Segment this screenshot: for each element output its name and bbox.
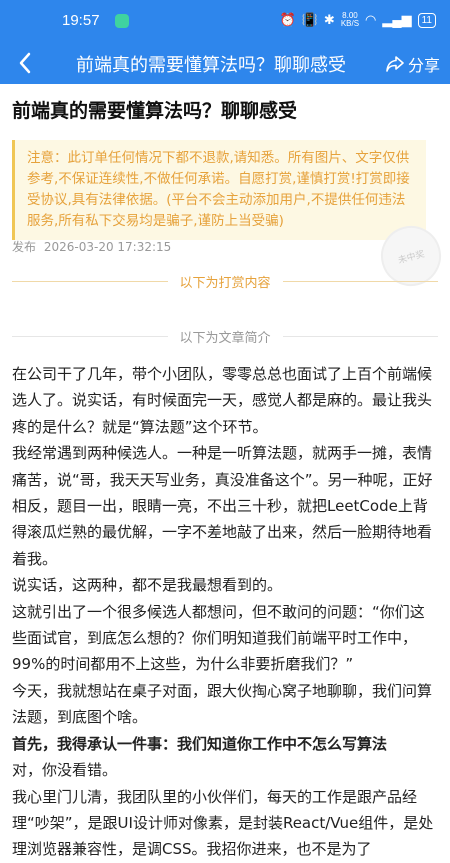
net-speed: 8.00 KB/S — [340, 11, 360, 28]
paragraph: 今天，我就想站在桌子对面，跟大伙掏心窝子地聊聊，我们问算法题，到底图个啥。 — [12, 681, 433, 727]
intro-divider: 以下为文章简介 — [12, 326, 439, 346]
wifi-icon: ◠ — [365, 12, 377, 27]
chevron-left-icon — [19, 52, 31, 74]
intro-divider-label: 以下为文章简介 — [179, 330, 271, 346]
paragraph: 这就引出了一个很多候选人都想问，但不敢问的问题：“你们这些面试官，到底怎么想的？… — [12, 602, 425, 674]
paragraph: 在公司干了几年，带个小团队，零零总总也面试了上百个前端候选人了。说实话，有时候面… — [12, 365, 433, 436]
publish-time: 2026-03-20 17:32:15 — [43, 240, 172, 254]
status-time: 19:57 — [62, 12, 100, 29]
vibrate-icon: 📳 — [301, 12, 318, 27]
status-icons: ⏰ 📳 ✱ 8.00 KB/S ◠ ▂▄▆ 11 — [280, 12, 436, 28]
paragraph: 说实话，这两种，都不是我最想看到的。 — [12, 576, 283, 595]
share-icon — [386, 56, 404, 72]
chat-notification-icon — [115, 14, 129, 28]
bluetooth-icon: ✱ — [323, 12, 335, 27]
signal-icon: ▂▄▆ — [382, 12, 412, 27]
article-body: 在公司干了几年，带个小团队，零零总总也面试了上百个前端候选人了。说实话，有时候面… — [12, 361, 438, 863]
notice-box: 注意：此订单任何情况下都不退款,请知悉。所有图片、文字仅供参考,不保证连续性,不… — [12, 140, 426, 240]
publish-info: 发布 2026-03-20 17:32:15 — [12, 238, 175, 255]
paragraph-heading: 首先，我得承认一件事：我们知道你工作中不怎么写算法 — [12, 734, 388, 753]
publish-label: 发布 — [12, 240, 37, 254]
paragraph: 我经常遇到两种候选人。一种是一听算法题，就两手一摊，表情痛苦，说“哥，我天天写业… — [12, 444, 433, 568]
paragraph: 我心里门儿清，我团队里的小伙伴们，每天的工作是跟产品经理“吵架”，是跟UI设计师… — [12, 787, 434, 859]
nav-bar: 前端真的需要懂算法吗？聊聊感受 分享 — [0, 44, 450, 84]
nav-title: 前端真的需要懂算法吗？聊聊感受 — [76, 55, 346, 76]
reward-divider: 以下为打赏内容 — [12, 271, 439, 291]
reward-divider-label: 以下为打赏内容 — [179, 275, 271, 291]
share-button[interactable]: 分享 — [386, 52, 440, 76]
paragraph: 对，你没看错。 — [12, 761, 118, 780]
back-icon[interactable] — [10, 48, 40, 78]
battery-icon: 11 — [417, 12, 436, 28]
status-bar: 19:57 ⏰ 📳 ✱ 8.00 KB/S ◠ ▂▄▆ 11 — [0, 0, 450, 44]
page-title: 前端真的需要懂算法吗？聊聊感受 — [12, 100, 298, 122]
alarm-icon: ⏰ — [279, 12, 296, 27]
share-label: 分享 — [407, 56, 440, 75]
